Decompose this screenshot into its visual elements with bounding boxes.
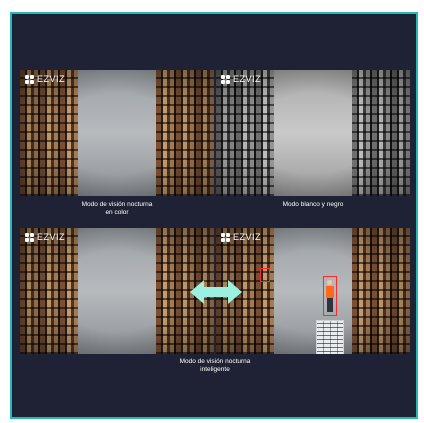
ezviz-logo-icon [221,232,230,242]
person-vest [326,286,334,298]
detection-box-secondary [260,268,270,282]
ezviz-logo-icon [25,74,34,84]
person-legs [327,298,333,312]
camera-view-smart-left: EZVIZ [20,228,214,354]
feature-frame: EZVIZ EZVIZ Modo de visión nocturna en c… [10,12,418,419]
brand-name: EZVIZ [37,74,66,84]
brand-logo: EZVIZ [221,74,261,84]
vignette [216,70,410,196]
brand-logo: EZVIZ [221,232,261,242]
ezviz-logo-icon [221,74,230,84]
caption-color-night-vision: Modo de visión nocturna en color [81,201,153,216]
pallet-cart [316,320,344,354]
camera-view-bw: EZVIZ [216,70,410,196]
brand-logo: EZVIZ [25,74,65,84]
vignette [20,70,214,196]
camera-view-color: EZVIZ [20,70,214,196]
vignette [20,228,214,354]
camera-view-smart-right: EZVIZ [216,228,410,354]
brand-logo: EZVIZ [25,232,65,242]
caption-smart-night-vision: Modo de visión nocturna inteligente [179,358,251,373]
ezviz-logo-icon [25,232,34,242]
brand-name: EZVIZ [37,232,66,242]
caption-black-white: Modo blanco y negro [282,201,344,208]
vignette [216,228,410,354]
double-arrow-icon [190,280,242,304]
person-head [327,280,332,285]
brand-name: EZVIZ [233,232,262,242]
detected-person [323,276,337,316]
brand-name: EZVIZ [233,74,262,84]
